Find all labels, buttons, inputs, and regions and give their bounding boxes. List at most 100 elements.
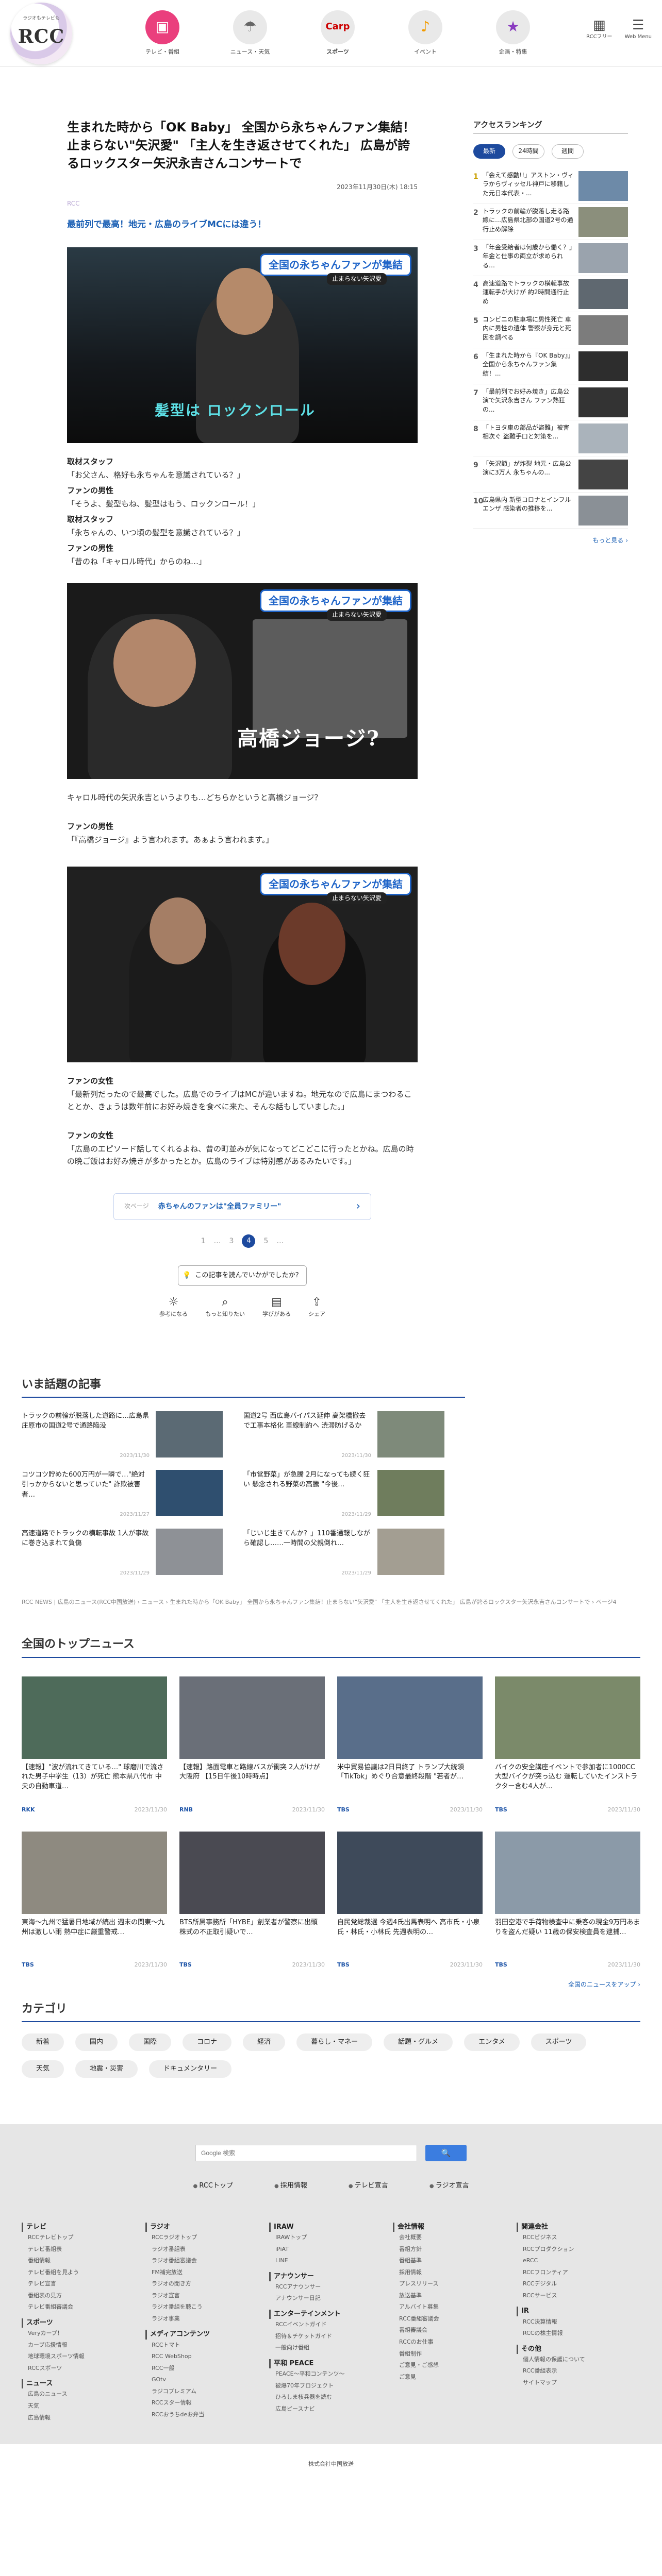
footer-link[interactable]: RCCイベントガイド [269, 2319, 393, 2331]
footer-link[interactable]: ラジオ事業 [145, 2313, 269, 2325]
footer-link[interactable]: プレスリリース [393, 2278, 517, 2290]
category-chip[interactable]: 話題・グルメ [384, 2033, 453, 2052]
footer-link[interactable]: ラジオ番組審議会 [145, 2255, 269, 2267]
footer-group-heading[interactable]: 会社情報 [393, 2222, 517, 2232]
category-chip[interactable]: 国内 [75, 2033, 118, 2052]
nav-sports[interactable]: Carp スポーツ [294, 10, 382, 57]
ranking-item[interactable]: 2 トラックの前輪が脱落し走る路線に…広島県北部の国道2号の通行止め解除 [473, 204, 628, 240]
footer-link[interactable]: RCCのお仕事 [393, 2336, 517, 2348]
ranking-item[interactable]: 3 「年金受給者は何歳から働く？」年金と仕事の両立が求められる… [473, 240, 628, 276]
tab-24h[interactable]: 24時間 [512, 144, 544, 159]
footer-link[interactable]: RCCデジタル [517, 2278, 640, 2290]
tab-weekly[interactable]: 週間 [552, 144, 584, 159]
category-chip[interactable]: 天気 [22, 2060, 64, 2078]
footer-link[interactable]: RCCの株主情報 [517, 2328, 640, 2340]
category-chip[interactable]: 経済 [243, 2033, 286, 2052]
category-chip[interactable]: エンタメ [464, 2033, 520, 2052]
footer-link[interactable]: カープ応援情報 [22, 2340, 145, 2351]
footer-group-heading[interactable]: 関連会社 [517, 2222, 640, 2232]
ranking-item[interactable]: 8 「トヨタ車の部品が盗難」被害相次ぐ 盗難手口と対策を... [473, 420, 628, 456]
share-button[interactable]: ⇪ シェア [308, 1295, 325, 1319]
footer-group-heading[interactable]: IR [517, 2307, 640, 2316]
news-card[interactable]: 東海～九州で猛暑日地域が続出 週末の関東～九州は激しい雨 熱中症に厳重警戒… TB… [22, 1832, 167, 1970]
footer-link[interactable]: 招待＆チケットガイド [269, 2331, 393, 2343]
footer-link[interactable]: RCC番組審議会 [393, 2313, 517, 2325]
category-chip[interactable]: コロナ [183, 2033, 232, 2052]
footer-link[interactable]: テレビ番組表 [22, 2244, 145, 2256]
footer-link[interactable]: テレビ番組を見よう [22, 2267, 145, 2279]
next-page-link[interactable]: 次ページ 赤ちゃんのファンは"全員ファミリー" › [113, 1193, 371, 1220]
footer-link[interactable]: 広島のニュース [22, 2388, 145, 2400]
ranking-item[interactable]: 9 「矢沢節」が炸裂 地元・広島公演に3万人 永ちゃんの... [473, 456, 628, 493]
news-card[interactable]: BTS所属事務所「HYBE」創業者が警察に出頭 株式の不正取引疑いで… TBS 20… [179, 1832, 325, 1970]
footer-link[interactable]: RCC決算情報 [517, 2316, 640, 2328]
footer-link[interactable]: ラジオ宣言 [145, 2290, 269, 2302]
footer-link[interactable]: テレビ番組審議会 [22, 2301, 145, 2313]
footer-link[interactable]: RCCラジオトップ [145, 2232, 269, 2244]
footer-link[interactable]: 一般向け番組 [269, 2342, 393, 2354]
reaction-more-button[interactable]: ⌕ もっと知りたい [205, 1295, 245, 1319]
footer-link[interactable]: アルバイト募集 [393, 2301, 517, 2313]
category-chip[interactable]: ドキュメンタリー [149, 2060, 232, 2078]
topic-item[interactable]: 高速道路でトラックの横転事故 1人が事故に巻き込まれて負傷 2023/11/29 [22, 1528, 223, 1577]
footer-link[interactable]: GOtv [145, 2374, 269, 2386]
ranking-item[interactable]: 6 「生まれた時から『OK Baby』」全国から永ちゃんファン集結！... [473, 348, 628, 384]
footer-group-heading[interactable]: エンターテインメント [269, 2309, 393, 2319]
news-card[interactable]: バイクの安全講座イベントで参加者に1000CC大型バイクが突っ込む 運転していた… [495, 1676, 640, 1815]
ranking-item[interactable]: 10 広島県内 新型コロナとインフルエンザ 感染者の推移を... [473, 493, 628, 529]
news-card[interactable]: 羽田空港で手荷物検査中に乗客の現金9万円あまりを盗んだ疑い 11歳の保安検査員を… [495, 1832, 640, 1970]
footer-link[interactable]: IRAWトップ [269, 2232, 393, 2244]
footer-link[interactable]: 番組情報 [22, 2255, 145, 2267]
nav-tv[interactable]: ▣ テレビ・番組 [119, 10, 206, 57]
footer-link[interactable]: サイトマップ [517, 2377, 640, 2389]
footer-link[interactable]: iPiAT [269, 2244, 393, 2256]
footer-link[interactable]: RCCスポーツ [22, 2363, 145, 2375]
news-card[interactable]: 米中貿易協議は2日目終了 トランプ大統領「TikTok」めぐり合意最終段階 "若… [337, 1676, 483, 1815]
footer-link[interactable]: RCCアナウンサー [269, 2281, 393, 2293]
footer-link[interactable]: 会社概要 [393, 2232, 517, 2244]
footer-link[interactable]: ラジオ番組表 [145, 2244, 269, 2256]
footer-link[interactable]: RCCテレビトップ [22, 2232, 145, 2244]
news-card[interactable]: 【速報】路面電車と路線バスが衝突 2人がけが 大阪府 【15日午後10時時点】 R… [179, 1676, 325, 1815]
footer-link[interactable]: PEACE～平和コンテンツ～ [269, 2368, 393, 2380]
nav-news[interactable]: ☂ ニュース・天気 [206, 10, 294, 57]
footer-link[interactable]: 番組制作 [393, 2348, 517, 2360]
footer-link[interactable]: RCC一般 [145, 2363, 269, 2375]
footer-link[interactable]: ラジオ宣言 [429, 2181, 469, 2192]
nav-special[interactable]: ★ 企画・特集 [469, 10, 557, 57]
web-menu-button[interactable]: ☰ Web Menu [625, 18, 652, 41]
footer-link[interactable]: ラジコプレミアム [145, 2386, 269, 2398]
category-chip[interactable]: 地震・災害 [75, 2060, 138, 2078]
footer-link[interactable]: ご意見 [393, 2371, 517, 2383]
footer-link[interactable]: RCCビジネス [517, 2232, 640, 2244]
footer-link[interactable]: 放送基準 [393, 2290, 517, 2302]
page-link[interactable]: 1 [201, 1235, 206, 1247]
footer-group-heading[interactable]: スポーツ [22, 2318, 145, 2328]
footer-link[interactable]: アナウンサー日記 [269, 2293, 393, 2304]
footer-group-heading[interactable]: ニュース [22, 2379, 145, 2389]
footer-link[interactable]: 個人情報の保護について [517, 2354, 640, 2366]
footer-link[interactable]: RCC WebShop [145, 2351, 269, 2363]
footer-link[interactable]: RCCフロンティア [517, 2267, 640, 2279]
footer-group-heading[interactable]: ラジオ [145, 2222, 269, 2232]
category-chip[interactable]: スポーツ [531, 2033, 587, 2052]
search-input[interactable] [195, 2145, 417, 2162]
footer-group-heading[interactable]: メディアコンテンツ [145, 2330, 269, 2340]
breadcrumb[interactable]: RCC NEWS | 広島のニュース(RCC中国放送) › ニュース › 生まれ… [22, 1598, 640, 1607]
footer-link[interactable]: 番組方針 [393, 2244, 517, 2256]
footer-group-heading[interactable]: IRAW [269, 2222, 393, 2232]
footer-link[interactable]: 番組表の見方 [22, 2290, 145, 2302]
footer-link[interactable]: テレビ宣言 [22, 2278, 145, 2290]
ranking-item[interactable]: 7 「最前列でお好み焼き」広島公演で矢沢永吉さん ファン熱狂の... [473, 384, 628, 420]
topic-item[interactable]: コツコツ貯めた600万円が一瞬で…"絶対引っかからないと思っていた" 詐欺被害者… [22, 1469, 223, 1518]
footer-group-heading[interactable]: アナウンサー [269, 2272, 393, 2281]
reaction-learn-button[interactable]: ▤ 学びがある [262, 1295, 291, 1319]
reaction-useful-button[interactable]: ☼ 参考になる [159, 1295, 188, 1319]
page-link[interactable]: 5 [263, 1235, 268, 1247]
footer-link[interactable]: RCCトマト [145, 2340, 269, 2351]
footer-group-heading[interactable]: その他 [517, 2344, 640, 2354]
footer-link[interactable]: RCC番組表示 [517, 2365, 640, 2377]
ranking-item[interactable]: 5 コンビニの駐車場に男性死亡 車内に男性の遺体 警察が身元と死因を調べる [473, 312, 628, 348]
footer-link[interactable]: 地球環境スポーツ情報 [22, 2351, 145, 2363]
topnews-more-link[interactable]: 全国のニュースをアップ › [22, 1980, 640, 1990]
